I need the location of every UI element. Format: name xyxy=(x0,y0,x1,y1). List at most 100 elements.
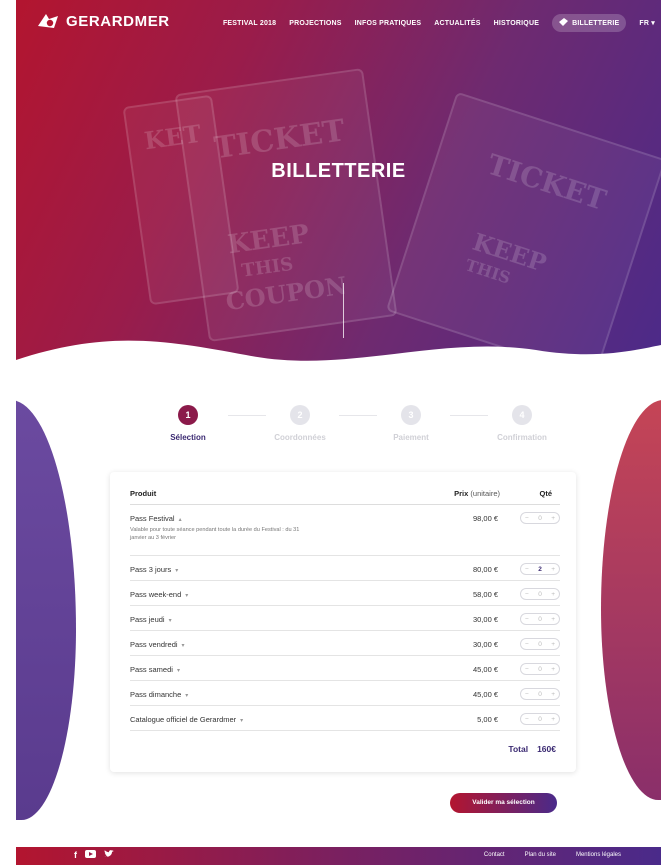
product-name[interactable]: Pass week-end ▾ xyxy=(130,590,188,599)
nav-item-historique[interactable]: HISTORIQUE xyxy=(494,20,539,27)
product-name[interactable]: Pass dimanche ▾ xyxy=(130,690,188,699)
product-price: 30,00 € xyxy=(472,640,498,649)
decrement-button[interactable]: − xyxy=(525,716,529,723)
increment-button[interactable]: + xyxy=(551,666,555,673)
top-nav: GERARDMER FESTIVAL 2018 PROJECTIONS INFO… xyxy=(16,0,661,44)
decorative-blob-left xyxy=(16,400,76,820)
footer-link-legal[interactable]: Mentions légales xyxy=(576,852,621,858)
product-name-text: Pass jeudi xyxy=(130,615,165,624)
decrement-button[interactable]: − xyxy=(525,641,529,648)
product-price: 45,00 € xyxy=(472,665,498,674)
brand-logo[interactable]: GERARDMER xyxy=(36,12,170,30)
chevron-down-icon: ▾ xyxy=(185,593,189,599)
total-label: Total xyxy=(508,744,529,754)
quantity-value: 0 xyxy=(538,690,542,698)
step-label: Paiement xyxy=(393,433,429,442)
product-name[interactable]: Pass vendredi ▾ xyxy=(130,640,185,649)
product-name-text: Pass 3 jours xyxy=(130,565,172,574)
product-price: 5,00 € xyxy=(477,715,498,724)
nav-item-infos[interactable]: INFOS PRATIQUES xyxy=(355,20,422,27)
logo-icon xyxy=(36,12,60,30)
product-name[interactable]: Pass 3 jours ▾ xyxy=(130,565,178,574)
increment-button[interactable]: + xyxy=(551,691,555,698)
product-price: 80,00 € xyxy=(472,565,498,574)
table-row: Pass 3 jours ▾ 80,00 € − 2 + xyxy=(130,557,560,581)
quantity-value: 2 xyxy=(538,565,542,573)
chevron-down-icon: ▾ xyxy=(651,20,655,27)
nav-billetterie-label: BILLETTERIE xyxy=(572,19,620,27)
quantity-stepper: − 0 + xyxy=(520,713,560,725)
increment-button[interactable]: + xyxy=(551,591,555,598)
footer-link-contact[interactable]: Contact xyxy=(484,852,505,858)
product-name-text: Catalogue officiel de Gerardmer xyxy=(130,715,237,724)
step-coordonnees: 2 Coordonnées xyxy=(260,405,340,442)
quantity-value: 0 xyxy=(538,640,542,648)
hero-banner: TICKET KEEP THIS COUPON TICKET KEEP THIS… xyxy=(16,0,661,395)
quantity-stepper: − 0 + xyxy=(520,638,560,650)
step-number: 1 xyxy=(178,405,198,425)
total-value: 160€ xyxy=(537,744,556,754)
nav-item-festival[interactable]: FESTIVAL 2018 xyxy=(223,20,276,27)
ticket-icon xyxy=(559,18,569,28)
order-total: Total 160€ xyxy=(508,744,556,754)
product-name[interactable]: Catalogue officiel de Gerardmer ▾ xyxy=(130,715,243,724)
increment-button[interactable]: + xyxy=(551,641,555,648)
table-row: Pass samedi ▾ 45,00 € − 0 + xyxy=(130,657,560,681)
increment-button[interactable]: + xyxy=(551,716,555,723)
chevron-down-icon: ▾ xyxy=(185,693,189,699)
footer-link-sitemap[interactable]: Plan du site xyxy=(525,852,556,858)
decrement-button[interactable]: − xyxy=(525,515,529,522)
quantity-value: 0 xyxy=(538,715,542,723)
nav-item-projections[interactable]: PROJECTIONS xyxy=(289,20,341,27)
increment-button[interactable]: + xyxy=(551,616,555,623)
language-selector[interactable]: FR ▾ xyxy=(639,19,655,27)
language-label: FR xyxy=(639,20,650,27)
product-price: 30,00 € xyxy=(472,615,498,624)
hero-title: BILLETTERIE xyxy=(271,160,406,182)
increment-button[interactable]: + xyxy=(551,515,555,522)
step-label: Confirmation xyxy=(497,433,547,442)
table-header: Produit Prix (unitaire) Qté xyxy=(130,489,560,505)
increment-button[interactable]: + xyxy=(551,566,555,573)
nav-item-actualites[interactable]: ACTUALITÉS xyxy=(434,20,480,27)
checkout-steps: 1 Sélection 2 Coordonnées 3 Paiement 4 C… xyxy=(126,405,566,455)
product-name[interactable]: Pass Festival ▴ xyxy=(130,514,182,523)
chevron-down-icon: ▾ xyxy=(181,643,185,649)
product-name-text: Pass vendredi xyxy=(130,640,178,649)
decrement-button[interactable]: − xyxy=(525,666,529,673)
validate-selection-button[interactable]: Valider ma sélection xyxy=(450,793,557,813)
step-number: 3 xyxy=(401,405,421,425)
step-confirmation: 4 Confirmation xyxy=(482,405,562,442)
quantity-stepper: − 0 + xyxy=(520,613,560,625)
step-selection: 1 Sélection xyxy=(148,405,228,442)
decrement-button[interactable]: − xyxy=(525,616,529,623)
product-name[interactable]: Pass samedi ▾ xyxy=(130,665,180,674)
product-name[interactable]: Pass jeudi ▾ xyxy=(130,615,172,624)
product-table-card: Produit Prix (unitaire) Qté Pass Festiva… xyxy=(110,472,576,772)
product-price: 45,00 € xyxy=(472,690,498,699)
header-price-label: Prix xyxy=(454,489,469,498)
step-number: 2 xyxy=(290,405,310,425)
chevron-down-icon: ▾ xyxy=(168,618,172,624)
decrement-button[interactable]: − xyxy=(525,691,529,698)
footer-links: Contact Plan du site Mentions légales xyxy=(484,852,621,858)
youtube-icon[interactable] xyxy=(85,850,96,860)
decrement-button[interactable]: − xyxy=(525,591,529,598)
chevron-down-icon: ▾ xyxy=(175,568,179,574)
table-row: Pass Festival ▴ Valable pour toute séance… xyxy=(130,510,560,556)
table-row: Pass jeudi ▾ 30,00 € − 0 + xyxy=(130,607,560,631)
decrement-button[interactable]: − xyxy=(525,566,529,573)
chevron-up-icon: ▴ xyxy=(178,517,182,523)
product-name-text: Pass samedi xyxy=(130,665,173,674)
nav-item-billetterie[interactable]: BILLETTERIE xyxy=(552,14,627,32)
chevron-down-icon: ▾ xyxy=(240,718,244,724)
product-price: 98,00 € xyxy=(472,514,498,523)
twitter-icon[interactable] xyxy=(104,850,114,860)
product-price: 58,00 € xyxy=(472,590,498,599)
quantity-stepper: − 0 + xyxy=(520,512,560,524)
quantity-value: 0 xyxy=(538,665,542,673)
product-name-text: Pass week-end xyxy=(130,590,182,599)
facebook-icon[interactable]: f xyxy=(74,850,77,860)
header-product: Produit xyxy=(130,489,157,498)
social-links: f xyxy=(74,850,114,860)
